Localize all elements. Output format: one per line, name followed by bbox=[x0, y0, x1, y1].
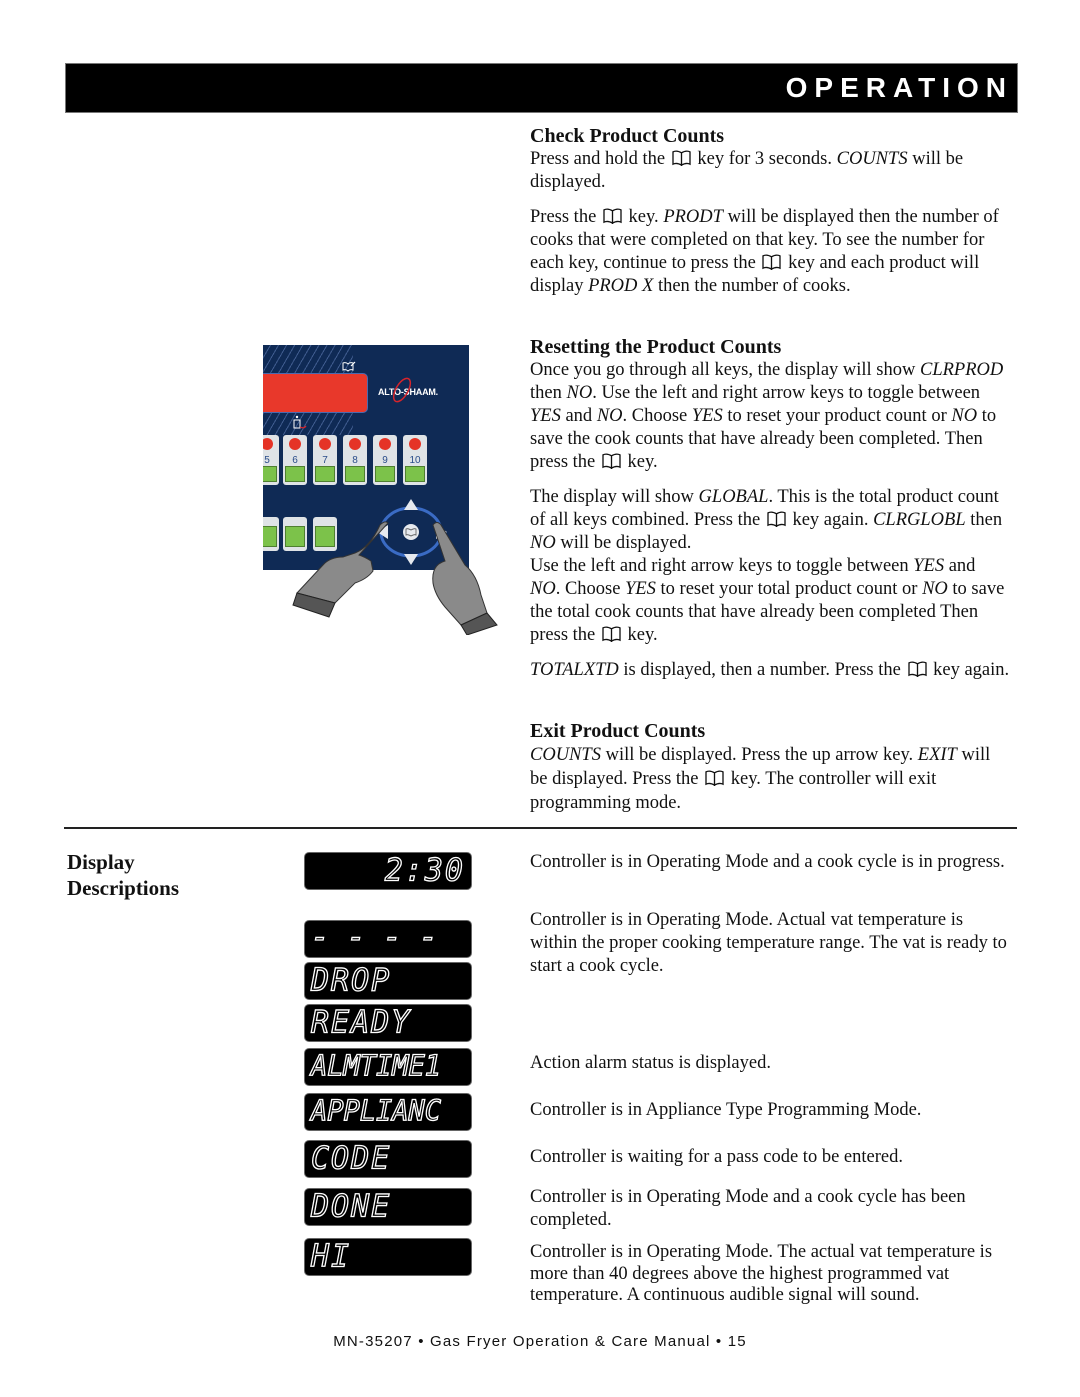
resetting-paragraph-1: Once you go through all keys, the displa… bbox=[530, 360, 1004, 472]
description-code: Controller is waiting for a pass code to… bbox=[530, 1147, 903, 1167]
book-key-icon bbox=[762, 254, 782, 271]
key-led bbox=[263, 438, 273, 450]
product-key-8[interactable]: 8 bbox=[343, 435, 367, 485]
description-almtime1: Action alarm status is displayed. bbox=[530, 1053, 771, 1073]
key-led bbox=[319, 438, 331, 450]
product-key-6[interactable]: 6 bbox=[283, 435, 307, 485]
check-product-counts-heading: Check Product Counts bbox=[530, 125, 725, 147]
display-descriptions-title: Display Descriptions bbox=[67, 850, 179, 900]
product-key-5[interactable]: 5 bbox=[263, 435, 279, 485]
book-key-icon bbox=[907, 661, 927, 678]
description-applianc: Controller is in Appliance Type Programm… bbox=[530, 1100, 922, 1120]
book-key-icon bbox=[603, 208, 622, 225]
lcd-display-applianc: APPLIANC bbox=[305, 1094, 471, 1130]
exit-product-counts-heading: Exit Product Counts bbox=[530, 720, 706, 742]
lcd-display-almtime1: ALMTIME1 bbox=[305, 1049, 471, 1085]
exit-product-counts-section: Exit Product Counts COUNTS will be displ… bbox=[530, 719, 1010, 815]
lcd-display-ready: READY bbox=[305, 1005, 471, 1041]
description-hi: Controller is in Operating Mode. The act… bbox=[530, 1242, 993, 1305]
hands-pressing-arrows-illustration bbox=[292, 521, 498, 635]
description-done: Controller is in Operating Mode and a co… bbox=[530, 1187, 966, 1230]
program-book-icon bbox=[342, 361, 356, 372]
book-key-icon bbox=[602, 626, 621, 643]
lcd-display-time: 2:30 bbox=[305, 853, 471, 889]
lcd-display-hi: HI bbox=[305, 1239, 471, 1275]
description-time: Controller is in Operating Mode and a co… bbox=[530, 852, 1005, 872]
lcd-display-drop: DROP bbox=[305, 963, 471, 999]
book-key-icon bbox=[705, 770, 724, 787]
resetting-paragraph-2: The display will show GLOBAL. This is th… bbox=[530, 487, 1005, 645]
key-led bbox=[289, 438, 301, 450]
function-key-1[interactable] bbox=[263, 517, 279, 551]
book-key-icon bbox=[767, 511, 786, 528]
lcd-display-code: CODE bbox=[305, 1141, 471, 1177]
exit-paragraph: COUNTS will be displayed. Press the up a… bbox=[530, 745, 991, 813]
door-icon bbox=[293, 415, 307, 429]
product-key-7[interactable]: 7 bbox=[313, 435, 337, 485]
resetting-product-counts-heading: Resetting the Product Counts bbox=[530, 336, 782, 358]
panel-red-display bbox=[263, 373, 368, 413]
lcd-display-dashes: - - - - - - - - bbox=[305, 921, 471, 957]
section-banner: OPERATION bbox=[65, 63, 1018, 113]
logo-swoosh bbox=[392, 377, 412, 403]
key-led bbox=[409, 438, 421, 450]
product-key-10[interactable]: 10 bbox=[403, 435, 427, 485]
description-ready-range: Controller is in Operating Mode. Actual … bbox=[530, 910, 1007, 976]
lcd-display-done: DONE bbox=[305, 1189, 471, 1225]
product-key-9[interactable]: 9 bbox=[373, 435, 397, 485]
key-led bbox=[349, 438, 361, 450]
section-title: OPERATION bbox=[785, 72, 1013, 103]
key-led bbox=[379, 438, 391, 450]
check-product-counts-paragraph-2: Press the key. PRODT will be displayed t… bbox=[530, 207, 999, 296]
book-key-icon bbox=[672, 150, 691, 167]
page-footer: MN-35207 • Gas Fryer Operation & Care Ma… bbox=[333, 1333, 747, 1350]
resetting-product-counts-section: Resetting the Product Counts Once you go… bbox=[530, 335, 1010, 682]
resetting-paragraph-3: TOTALXTD is displayed, then a number. Pr… bbox=[530, 660, 1010, 680]
check-product-counts-section: Check Product Counts Press and hold the … bbox=[530, 124, 1010, 298]
section-divider bbox=[64, 827, 1017, 829]
book-key-icon bbox=[602, 453, 621, 470]
check-product-counts-paragraph-1: Press and hold the key for 3 seconds. CO… bbox=[530, 149, 964, 192]
